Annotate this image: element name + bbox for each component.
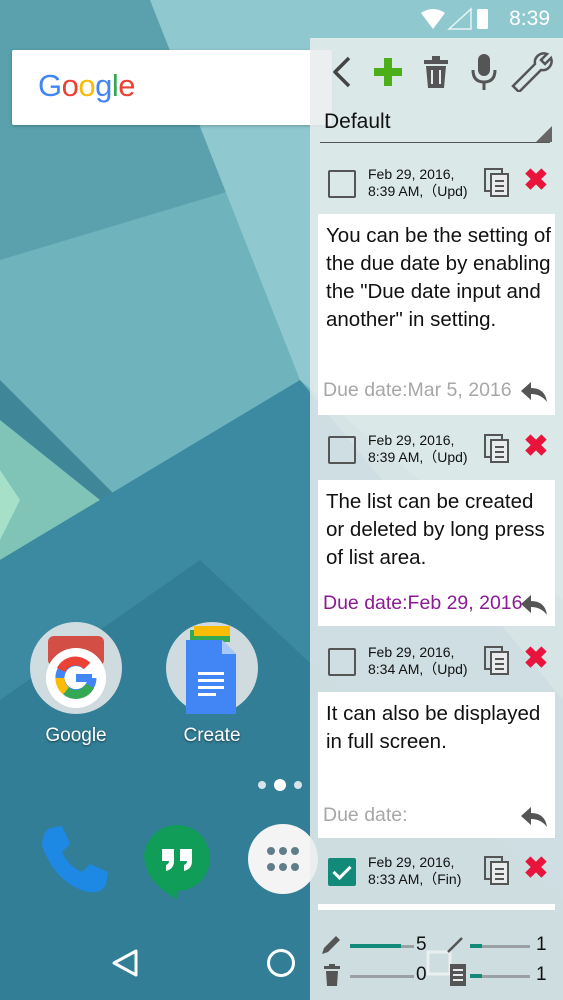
pending-bar-fill [350,944,401,948]
stats-footer: 5 1 0 1 [310,926,563,1000]
copy-icon[interactable] [484,646,510,676]
wrench-icon[interactable] [508,52,554,92]
create-app-label: Create [183,725,241,746]
delete-icon[interactable]: ✖ [522,644,550,674]
todo-card[interactable]: It can also be displayed in full screen.… [318,692,555,838]
todo-item: Feb 29, 2016, 8:33 AM,（Fin) ✖ [318,848,563,910]
home-nav-icon[interactable] [266,948,296,978]
stats-row-top: 5 1 [318,934,558,960]
todo-card[interactable]: The list can be created or deleted by lo… [318,480,555,626]
google-app-icon[interactable] [30,622,122,714]
todo-timestamp: Feb 29, 2016, 8:39 AM,（Upd) [368,166,468,199]
status-icons [419,7,489,36]
due-date: Due date: [323,804,408,826]
doc-count: 1 [536,964,547,985]
todo-item-header: Feb 29, 2016, 8:39 AM,（Upd) ✖ [318,426,563,474]
todo-checkbox[interactable] [328,648,356,676]
todo-card[interactable] [318,904,555,910]
todo-overlay-panel: Default Feb 29, 2016, 8:39 AM,（Upd) ✖ Yo… [310,38,563,1000]
pencil-icon [322,936,340,954]
delete-icon[interactable]: ✖ [522,432,550,462]
todo-text: The list can be created or deleted by lo… [326,490,545,569]
app-drawer-icon[interactable] [247,823,319,900]
copy-icon[interactable] [484,856,510,886]
status-time: 8:39 [509,7,550,30]
todo-item: Feb 29, 2016, 8:39 AM,（Upd) ✖ You can be… [318,160,563,415]
todo-checkbox[interactable] [328,170,356,198]
add-icon[interactable] [370,52,406,92]
stats-row-bottom: 0 1 [318,964,558,990]
signal-icon [447,7,472,30]
dropdown-arrow-icon [536,126,552,142]
back-icon[interactable] [324,52,360,92]
doc-bar-fill [470,974,482,978]
todo-timestamp: Feb 29, 2016, 8:34 AM,（Upd) [368,644,468,677]
list-selector-value: Default [324,110,391,133]
docs-create-icon[interactable] [166,622,258,714]
panel-toolbar [310,38,563,108]
check-small-icon [447,937,463,953]
deleted-bar-track [350,975,414,978]
due-date: Due date:Mar 5, 2016 [323,379,512,401]
page-indicator [258,779,308,791]
reply-icon[interactable] [519,593,549,617]
todo-item: Feb 29, 2016, 8:34 AM,（Upd) ✖ It can als… [318,638,563,838]
todo-card[interactable]: You can be the setting of the due date b… [318,214,555,415]
google-app-label: Google [45,725,107,746]
list-selector[interactable]: Default [320,106,552,143]
todo-item-header: Feb 29, 2016, 8:39 AM,（Upd) ✖ [318,160,563,208]
copy-icon[interactable] [484,168,510,198]
todo-text: You can be the setting of the due date b… [326,224,551,331]
todo-text: It can also be displayed in full screen. [326,702,541,753]
phone-icon[interactable] [36,822,112,903]
todo-item-header: Feb 29, 2016, 8:34 AM,（Upd) ✖ [318,638,563,686]
back-nav-icon[interactable] [110,948,140,978]
status-bar: 8:39 [0,0,563,38]
pending-count: 5 [416,934,427,955]
delete-icon[interactable]: ✖ [522,166,550,196]
due-date: Due date:Feb 29, 2016 [323,592,523,614]
todo-checkbox-checked[interactable] [328,858,356,886]
trash-icon[interactable] [418,52,454,92]
todo-item-header: Feb 29, 2016, 8:33 AM,（Fin) ✖ [318,848,563,896]
trash-small-icon [324,964,340,986]
copy-icon[interactable] [484,434,510,464]
reply-icon[interactable] [519,805,549,829]
reply-icon[interactable] [519,380,549,404]
todo-item: Feb 29, 2016, 8:39 AM,（Upd) ✖ The list c… [318,426,563,626]
mic-icon[interactable] [466,52,502,92]
delete-icon[interactable]: ✖ [522,854,550,884]
deleted-count: 0 [416,964,427,985]
google-logo: Google [38,68,136,103]
done-bar-fill [470,944,482,948]
hangouts-icon[interactable] [142,823,212,904]
wifi-icon [421,9,445,29]
todo-timestamp: Feb 29, 2016, 8:33 AM,（Fin) [368,854,462,887]
google-search-widget[interactable]: Google [12,50,332,125]
battery-icon [477,9,488,29]
todo-timestamp: Feb 29, 2016, 8:39 AM,（Upd) [368,432,468,465]
done-count: 1 [536,934,547,955]
todo-checkbox[interactable] [328,436,356,464]
document-small-icon [450,964,466,986]
